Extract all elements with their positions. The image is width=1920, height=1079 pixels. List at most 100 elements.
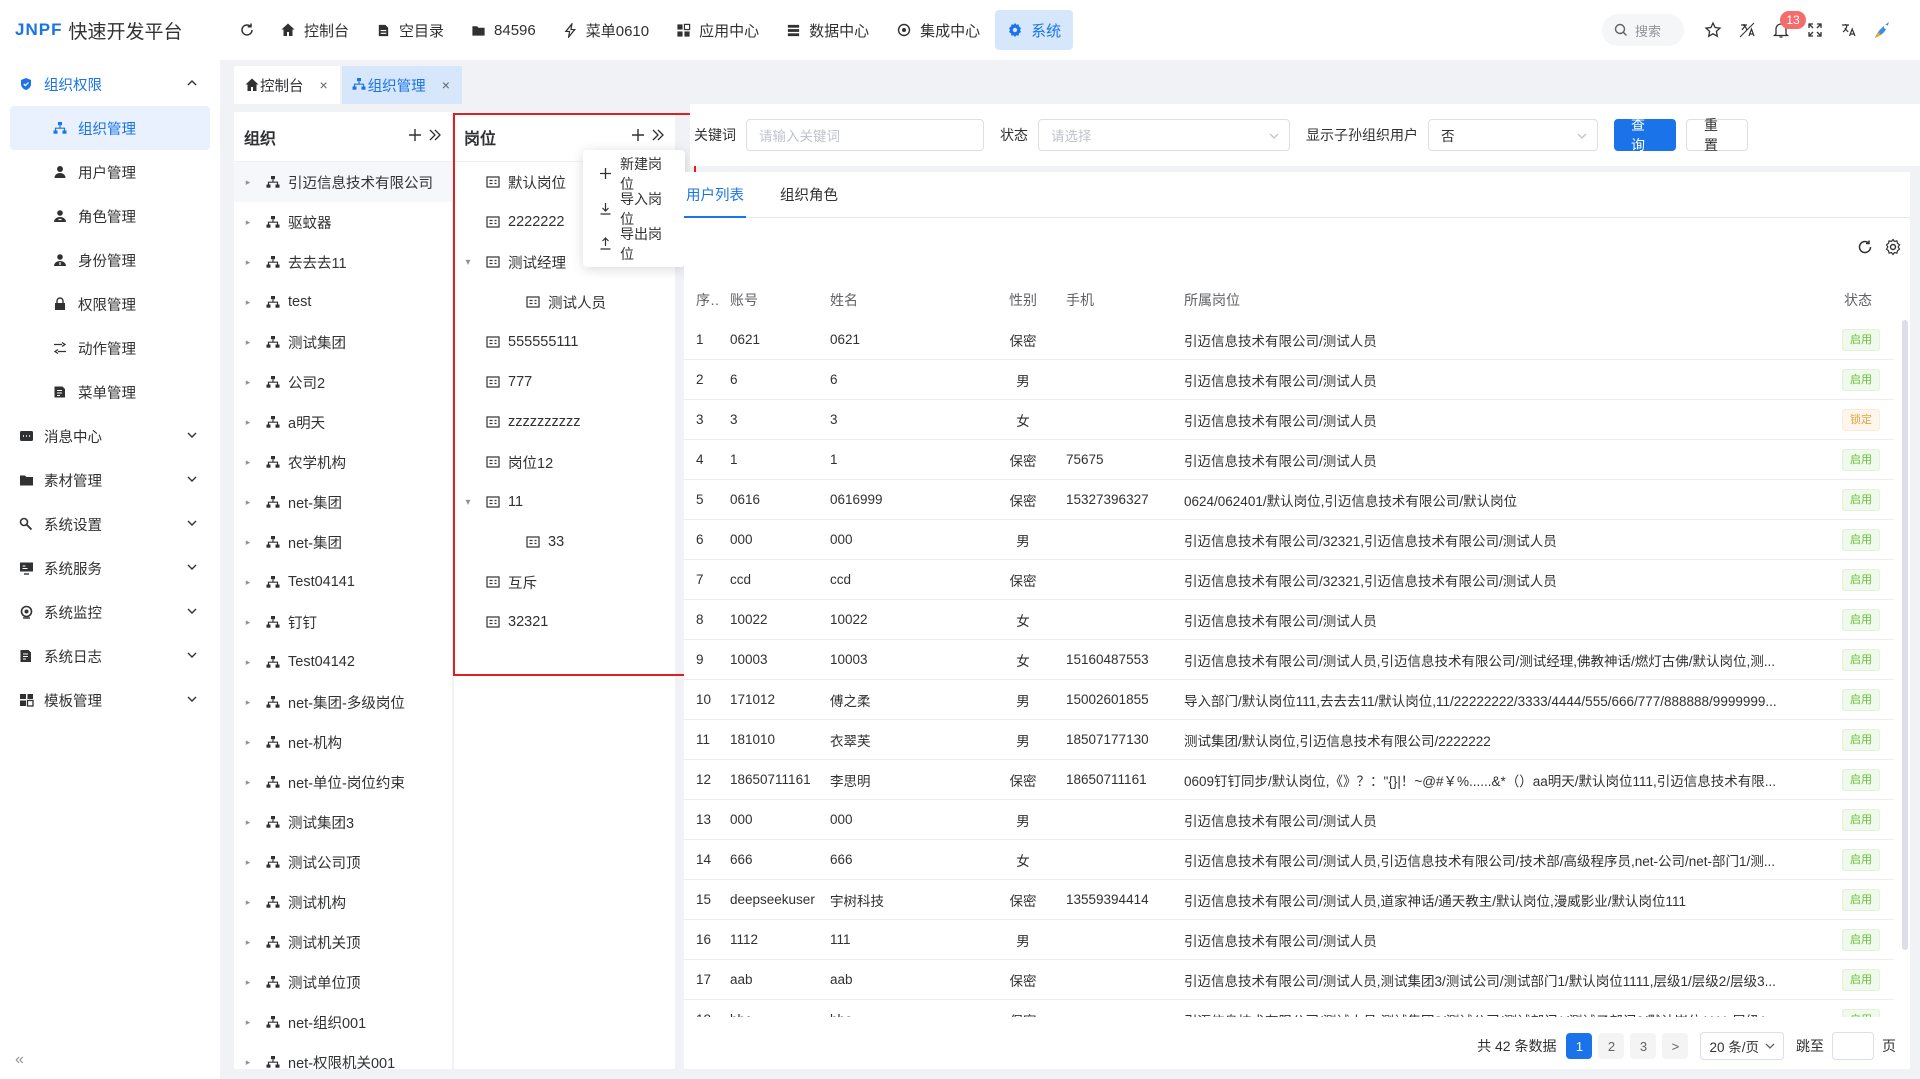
org-tree-item[interactable]: ▸ Test04142 (234, 642, 452, 682)
post-menu-item-1[interactable]: 导入岗位 (583, 191, 685, 227)
add-post-icon[interactable] (631, 128, 645, 142)
topnav-item-0[interactable]: 控制台 (268, 10, 361, 50)
table-row[interactable]: 11 181010 衣翠芙 男 18507177130 测试集团/默认岗位,引迈信息技术有… (684, 720, 1894, 760)
org-tree-item[interactable]: ▸ 农学机构 (234, 442, 452, 482)
query-button[interactable]: 查询 (1614, 117, 1676, 153)
sidebar-group-2[interactable]: 系统设置 (0, 502, 220, 546)
caret-right-icon[interactable]: ▸ (242, 1057, 254, 1068)
caret-right-icon[interactable]: ▸ (242, 617, 254, 628)
main-tab-0[interactable]: 用户列表 (684, 171, 746, 218)
table-row[interactable]: 2 6 6 男 引迈信息技术有限公司/测试人员 启用 (684, 360, 1894, 400)
refresh-icon[interactable] (1856, 238, 1874, 256)
star-icon[interactable] (1696, 13, 1730, 47)
topnav-item-7[interactable]: 系统 (995, 10, 1074, 50)
table-row[interactable]: 6 000 000 男 引迈信息技术有限公司/32321,引迈信息技术有限公司/测试人员… (684, 520, 1894, 560)
sidebar-item-4[interactable]: 权限管理 (10, 282, 210, 326)
topnav-item-6[interactable]: 集成中心 (884, 10, 992, 50)
org-tree-item[interactable]: ▸ 钉钉 (234, 602, 452, 642)
table-row[interactable]: 7 ccd ccd 保密 引迈信息技术有限公司/32321,引迈信息技术有限公司/测试人… (684, 560, 1894, 600)
sidebar-group-4[interactable]: 系统监控 (0, 590, 220, 634)
caret-right-icon[interactable]: ▸ (242, 977, 254, 988)
table-row[interactable]: 18bbcbbc保密引迈信息技术有限公司/测试人员,测试集团3/测试公司/测试部… (684, 1000, 1894, 1017)
double-chevron-right-icon[interactable] (651, 128, 665, 142)
caret-right-icon[interactable]: ▸ (242, 737, 254, 748)
notification-bell-icon[interactable]: 13 (1764, 11, 1806, 47)
caret-right-icon[interactable]: ▸ (242, 417, 254, 428)
sidebar-item-0[interactable]: 组织管理 (10, 106, 210, 150)
caret-right-icon[interactable]: ▸ (242, 577, 254, 588)
caret-right-icon[interactable]: ▸ (242, 897, 254, 908)
org-tree-item[interactable]: ▸ net-权限机关001 (234, 1042, 452, 1070)
caret-right-icon[interactable]: ▸ (242, 537, 254, 548)
org-tree-item[interactable]: ▸ 测试机构 (234, 882, 452, 922)
sidebar-item-2[interactable]: 角色管理 (10, 194, 210, 238)
next-page-button[interactable]: > (1662, 1033, 1689, 1059)
close-icon[interactable]: × (442, 77, 450, 93)
caret-right-icon[interactable]: ▸ (242, 1017, 254, 1028)
table-row[interactable]: 3 3 3 女 引迈信息技术有限公司/测试人员 锁定 (684, 400, 1894, 440)
org-tree-item[interactable]: ▸ net-集团-多级岗位 (234, 682, 452, 722)
page-button-3[interactable]: 3 (1630, 1033, 1657, 1059)
page-jump-input[interactable] (1832, 1032, 1874, 1060)
org-tree-item[interactable]: ▸ 测试公司顶 (234, 842, 452, 882)
table-row[interactable]: 10 171012 傅之柔 男 15002601855 导入部门/默认岗位111,去去去1… (684, 680, 1894, 720)
table-row[interactable]: 5 0616 0616999 保密 15327396327 0624/062401/默认岗… (684, 480, 1894, 520)
org-tree-item[interactable]: ▸ a明天 (234, 402, 452, 442)
tab-0[interactable]: 控制台 × (234, 66, 340, 104)
post-tree-item[interactable]: 岗位12 (454, 442, 675, 482)
org-tree-item[interactable]: ▸ 测试集团 (234, 322, 452, 362)
post-tree-item[interactable]: 32321 (454, 602, 675, 642)
caret-right-icon[interactable]: ▸ (242, 217, 254, 228)
sidebar-collapse-button[interactable]: « (15, 1051, 24, 1069)
topnav-item-2[interactable]: 84596 (459, 10, 548, 50)
refresh-icon[interactable] (230, 22, 264, 38)
page-button-2[interactable]: 2 (1598, 1033, 1625, 1059)
org-tree-item[interactable]: ▸ net-单位-岗位约束 (234, 762, 452, 802)
table-row[interactable]: 13 000 000 男 引迈信息技术有限公司/测试人员 启用 (684, 800, 1894, 840)
table-row[interactable]: 12 18650711161 李思明 保密 18650711161 0609钉钉同步/默认… (684, 760, 1894, 800)
table-row[interactable]: 9 10003 10003 女 15160487553 引迈信息技术有限公司/测试人员,引… (684, 640, 1894, 680)
caret-right-icon[interactable]: ▸ (242, 857, 254, 868)
main-tab-1[interactable]: 组织角色 (778, 171, 840, 217)
table-row[interactable]: 4 1 1 保密 75675 引迈信息技术有限公司/测试人员 启用 (684, 440, 1894, 480)
caret-right-icon[interactable]: ▸ (242, 817, 254, 828)
tab-1[interactable]: 组织管理 × (341, 66, 462, 104)
fullscreen-icon[interactable] (1798, 13, 1832, 47)
table-row[interactable]: 16 1112 111 男 引迈信息技术有限公司/测试人员 启用 (684, 920, 1894, 960)
post-tree-item[interactable]: 33 (454, 522, 675, 562)
sidebar-group-org-permission[interactable]: 组织权限 (0, 62, 220, 106)
caret-right-icon[interactable]: ▸ (242, 697, 254, 708)
post-menu-item-0[interactable]: 新建岗位 (583, 156, 685, 192)
post-tree-item[interactable]: 555555111 (454, 322, 675, 362)
caret-down-icon[interactable]: ▾ (462, 497, 474, 508)
caret-right-icon[interactable]: ▸ (242, 657, 254, 668)
close-icon[interactable]: × (320, 77, 328, 93)
language-icon[interactable] (1832, 13, 1866, 47)
sidebar-item-6[interactable]: 菜单管理 (10, 370, 210, 414)
sub-org-select[interactable]: 否 (1428, 119, 1598, 151)
post-tree-item[interactable]: 777 (454, 362, 675, 402)
caret-right-icon[interactable]: ▸ (242, 777, 254, 788)
topnav-item-1[interactable]: 空目录 (364, 10, 456, 50)
org-tree-item[interactable]: ▸ 公司2 (234, 362, 452, 402)
sidebar-group-1[interactable]: 素材管理 (0, 458, 220, 502)
post-tree-item[interactable]: 测试人员 (454, 282, 675, 322)
reset-button[interactable]: 重置 (1686, 117, 1748, 153)
org-tree-item[interactable]: ▸ 测试机关顶 (234, 922, 452, 962)
org-tree-item[interactable]: ▸ 测试集团3 (234, 802, 452, 842)
org-tree-item[interactable]: ▸ net-组织001 (234, 1002, 452, 1042)
sidebar-item-3[interactable]: 身份管理 (10, 238, 210, 282)
page-size-select[interactable]: 20 条/页 (1700, 1032, 1784, 1060)
post-tree-item[interactable]: ▾ 11 (454, 482, 675, 522)
sidebar-item-5[interactable]: 动作管理 (10, 326, 210, 370)
topnav-item-3[interactable]: 菜单0610 (551, 10, 661, 50)
table-row[interactable]: 15 deepseekuser 宇树科技 保密 13559394414 引迈信息技术有限公… (684, 880, 1894, 920)
org-tree-item[interactable]: ▸ net-集团 (234, 522, 452, 562)
caret-right-icon[interactable]: ▸ (242, 937, 254, 948)
table-scrollbar[interactable] (1902, 320, 1908, 950)
sidebar-group-0[interactable]: 消息中心 (0, 414, 220, 458)
org-tree-item[interactable]: ▸ 去去去11 (234, 242, 452, 282)
table-row[interactable]: 1 0621 0621 保密 引迈信息技术有限公司/测试人员 启用 (684, 320, 1894, 360)
caret-right-icon[interactable]: ▸ (242, 337, 254, 348)
page-button-1[interactable]: 1 (1566, 1033, 1593, 1059)
